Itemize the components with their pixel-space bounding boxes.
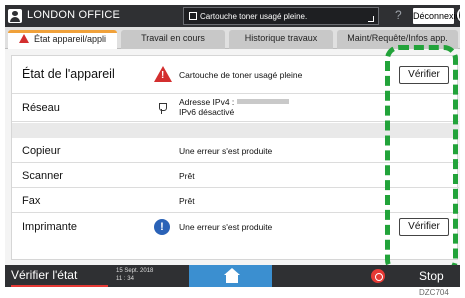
warning-icon <box>154 66 172 82</box>
figure-code: DZC704 <box>419 288 449 297</box>
scanner-value: Prêt <box>179 171 195 181</box>
time: 11 : 34 <box>116 276 134 282</box>
tab-bar: État appareil/appli Travail en cours His… <box>5 27 460 49</box>
tab-label: Historique travaux <box>244 33 318 43</box>
warning-icon <box>18 34 29 43</box>
logout-button[interactable]: Déconnexion <box>413 8 460 24</box>
printer-value: Une erreur s'est produite <box>179 222 273 232</box>
help-icon[interactable]: ? <box>395 8 402 22</box>
fax-label: Fax <box>22 195 41 207</box>
tab-job-history[interactable]: Historique travaux <box>229 30 333 49</box>
scanner-label: Scanner <box>22 170 63 182</box>
check-printer-button[interactable]: Vérifier <box>399 218 449 236</box>
device-status-label: État de l'appareil <box>22 67 115 81</box>
tab-maintenance[interactable]: Maint/Requête/Infos app. <box>337 30 458 49</box>
ip-address-redacted <box>236 99 289 104</box>
system-message: Cartouche toner usagé pleine. <box>200 12 308 21</box>
tab-label: Travail en cours <box>141 33 205 43</box>
stop-button[interactable]: Stop <box>419 269 444 283</box>
date: 15 Sept. 2018 <box>116 268 154 274</box>
stop-icon[interactable] <box>371 269 385 283</box>
home-button[interactable] <box>189 265 272 287</box>
date-time: 15 Sept. 2018 11 : 34 <box>116 267 153 283</box>
network-row: Réseau Adresse IPv4 : IPv6 désactivé <box>12 94 459 122</box>
top-bar: LONDON OFFICE Cartouche toner usagé plei… <box>5 5 460 27</box>
info-icon: ! <box>154 219 170 235</box>
system-message-box[interactable]: Cartouche toner usagé pleine. <box>183 7 379 25</box>
message-icon <box>189 12 197 20</box>
network-label: Réseau <box>22 102 60 114</box>
alert-indicator <box>11 285 108 287</box>
status-panel: État de l'appareil Cartouche de toner us… <box>11 55 459 260</box>
office-name: LONDON OFFICE <box>27 9 121 21</box>
tab-label: État appareil/appli <box>33 34 107 44</box>
copier-label: Copieur <box>22 145 61 157</box>
fax-row: Fax Prêt <box>12 188 459 213</box>
device-status-value: Cartouche de toner usagé pleine <box>179 70 303 80</box>
tab-current-jobs[interactable]: Travail en cours <box>121 30 225 49</box>
network-value: Adresse IPv4 : IPv6 désactivé <box>179 97 289 117</box>
expand-icon <box>368 16 374 22</box>
scanner-row: Scanner Prêt <box>12 163 459 188</box>
printer-row: Imprimante ! Une erreur s'est produite V… <box>12 213 459 241</box>
tab-device-status[interactable]: État appareil/appli <box>8 30 117 49</box>
plug-icon <box>158 101 167 114</box>
fax-value: Prêt <box>179 196 195 206</box>
tab-label: Maint/Requête/Infos app. <box>347 33 448 43</box>
check-status-button[interactable]: Vérifier l'état <box>11 268 77 282</box>
user-icon[interactable] <box>8 9 22 23</box>
copier-row: Copieur Une erreur s'est produite <box>12 138 459 163</box>
check-device-button[interactable]: Vérifier <box>399 66 449 84</box>
screen: LONDON OFFICE Cartouche toner usagé plei… <box>5 5 460 287</box>
separator <box>12 123 459 138</box>
ipv4-label: Adresse IPv4 : <box>179 97 237 107</box>
ipv6-status: IPv6 désactivé <box>179 107 235 117</box>
bottom-bar: Vérifier l'état 15 Sept. 2018 11 : 34 St… <box>5 265 460 287</box>
copier-value: Une erreur s'est produite <box>179 146 273 156</box>
printer-label: Imprimante <box>22 221 78 233</box>
home-icon <box>224 268 240 283</box>
device-status-row: État de l'appareil Cartouche de toner us… <box>12 56 459 94</box>
